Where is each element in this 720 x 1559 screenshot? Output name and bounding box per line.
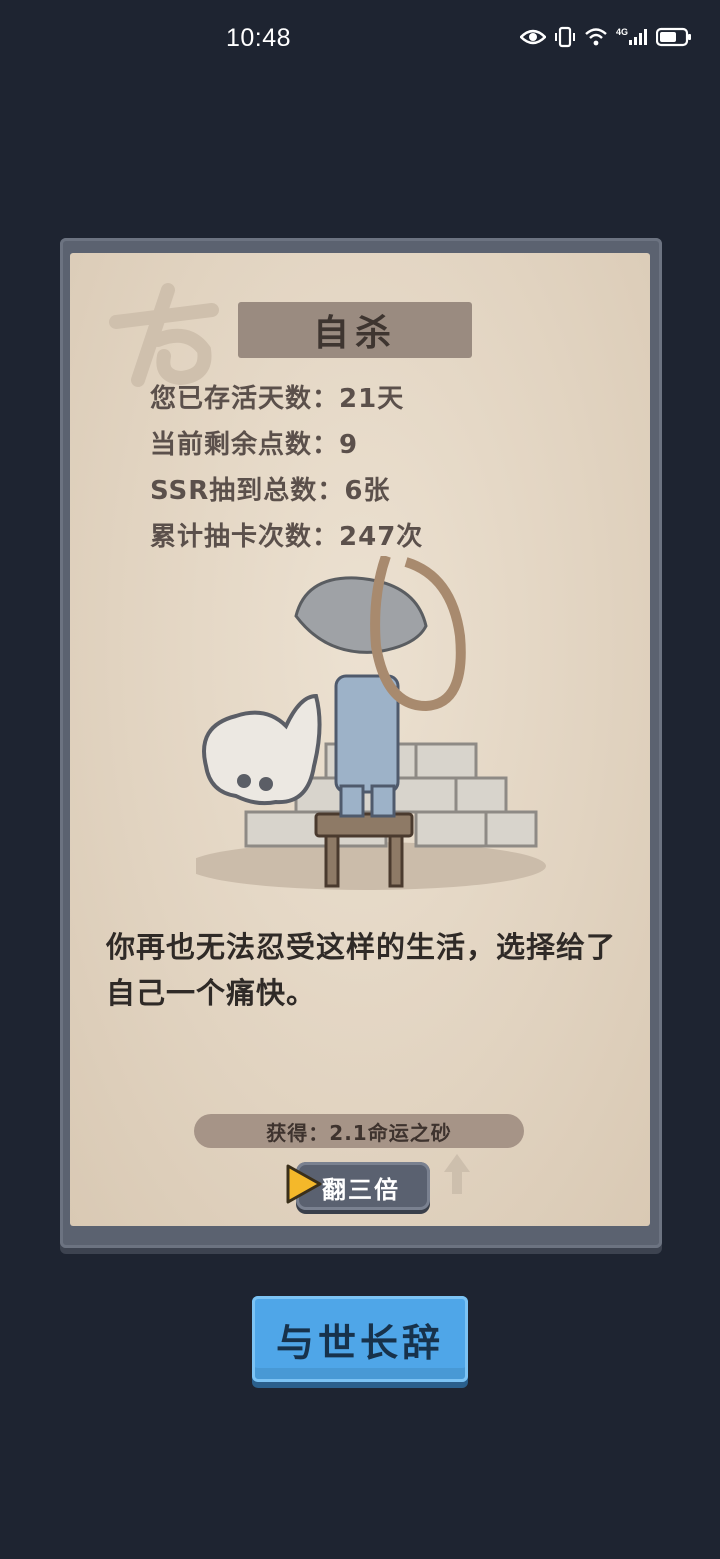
stat-value: 247次 <box>339 522 424 552</box>
stamp-glyph-art <box>109 283 219 387</box>
status-bar: 10:48 4G <box>0 0 720 80</box>
stat-remaining-points: 当前剩余点数：9 <box>150 424 423 470</box>
stat-label: 当前剩余点数： <box>150 430 340 460</box>
stat-label: 您已存活天数： <box>150 384 340 414</box>
up-arrow-icon <box>444 1154 470 1194</box>
event-title-banner: 自杀 <box>238 302 472 358</box>
event-description: 你再也无法忍受这样的生活，选择给了自己一个痛快。 <box>106 930 617 1010</box>
network-type-label: 4G <box>615 27 628 37</box>
farewell-label: 与世长辞 <box>275 1320 444 1365</box>
stats-list: 您已存活天数：21天 当前剩余点数：9 SSR抽到总数：6张 累计抽卡次数：24… <box>150 378 423 562</box>
eye-icon <box>519 29 546 45</box>
stat-ssr-total: SSR抽到总数：6张 <box>150 470 423 516</box>
video-play-icon <box>286 1164 322 1204</box>
stat-value: 9 <box>339 430 359 460</box>
reward-text: 获得：2.1命运之砂 <box>266 1120 452 1145</box>
signal-icon <box>629 29 647 45</box>
stat-value: 6张 <box>344 476 391 506</box>
reward-pill: 获得：2.1命运之砂 <box>194 1114 524 1148</box>
vibrate-icon <box>554 26 575 48</box>
ghost-figure <box>202 693 322 806</box>
battery-icon <box>656 27 691 47</box>
wifi-icon <box>585 28 607 46</box>
stat-value: 21天 <box>339 384 405 414</box>
triple-reward-label: 翻三倍 <box>322 1176 400 1204</box>
stat-label: 累计抽卡次数： <box>150 522 340 552</box>
farewell-button[interactable]: 与世长辞 <box>252 1296 468 1382</box>
event-title: 自杀 <box>312 313 397 354</box>
status-time: 10:48 <box>226 24 292 52</box>
event-illustration <box>196 556 546 890</box>
stat-days-survived: 您已存活天数：21天 <box>150 378 423 424</box>
status-icons: 4G <box>519 26 692 48</box>
stat-label: SSR抽到总数： <box>150 476 345 506</box>
